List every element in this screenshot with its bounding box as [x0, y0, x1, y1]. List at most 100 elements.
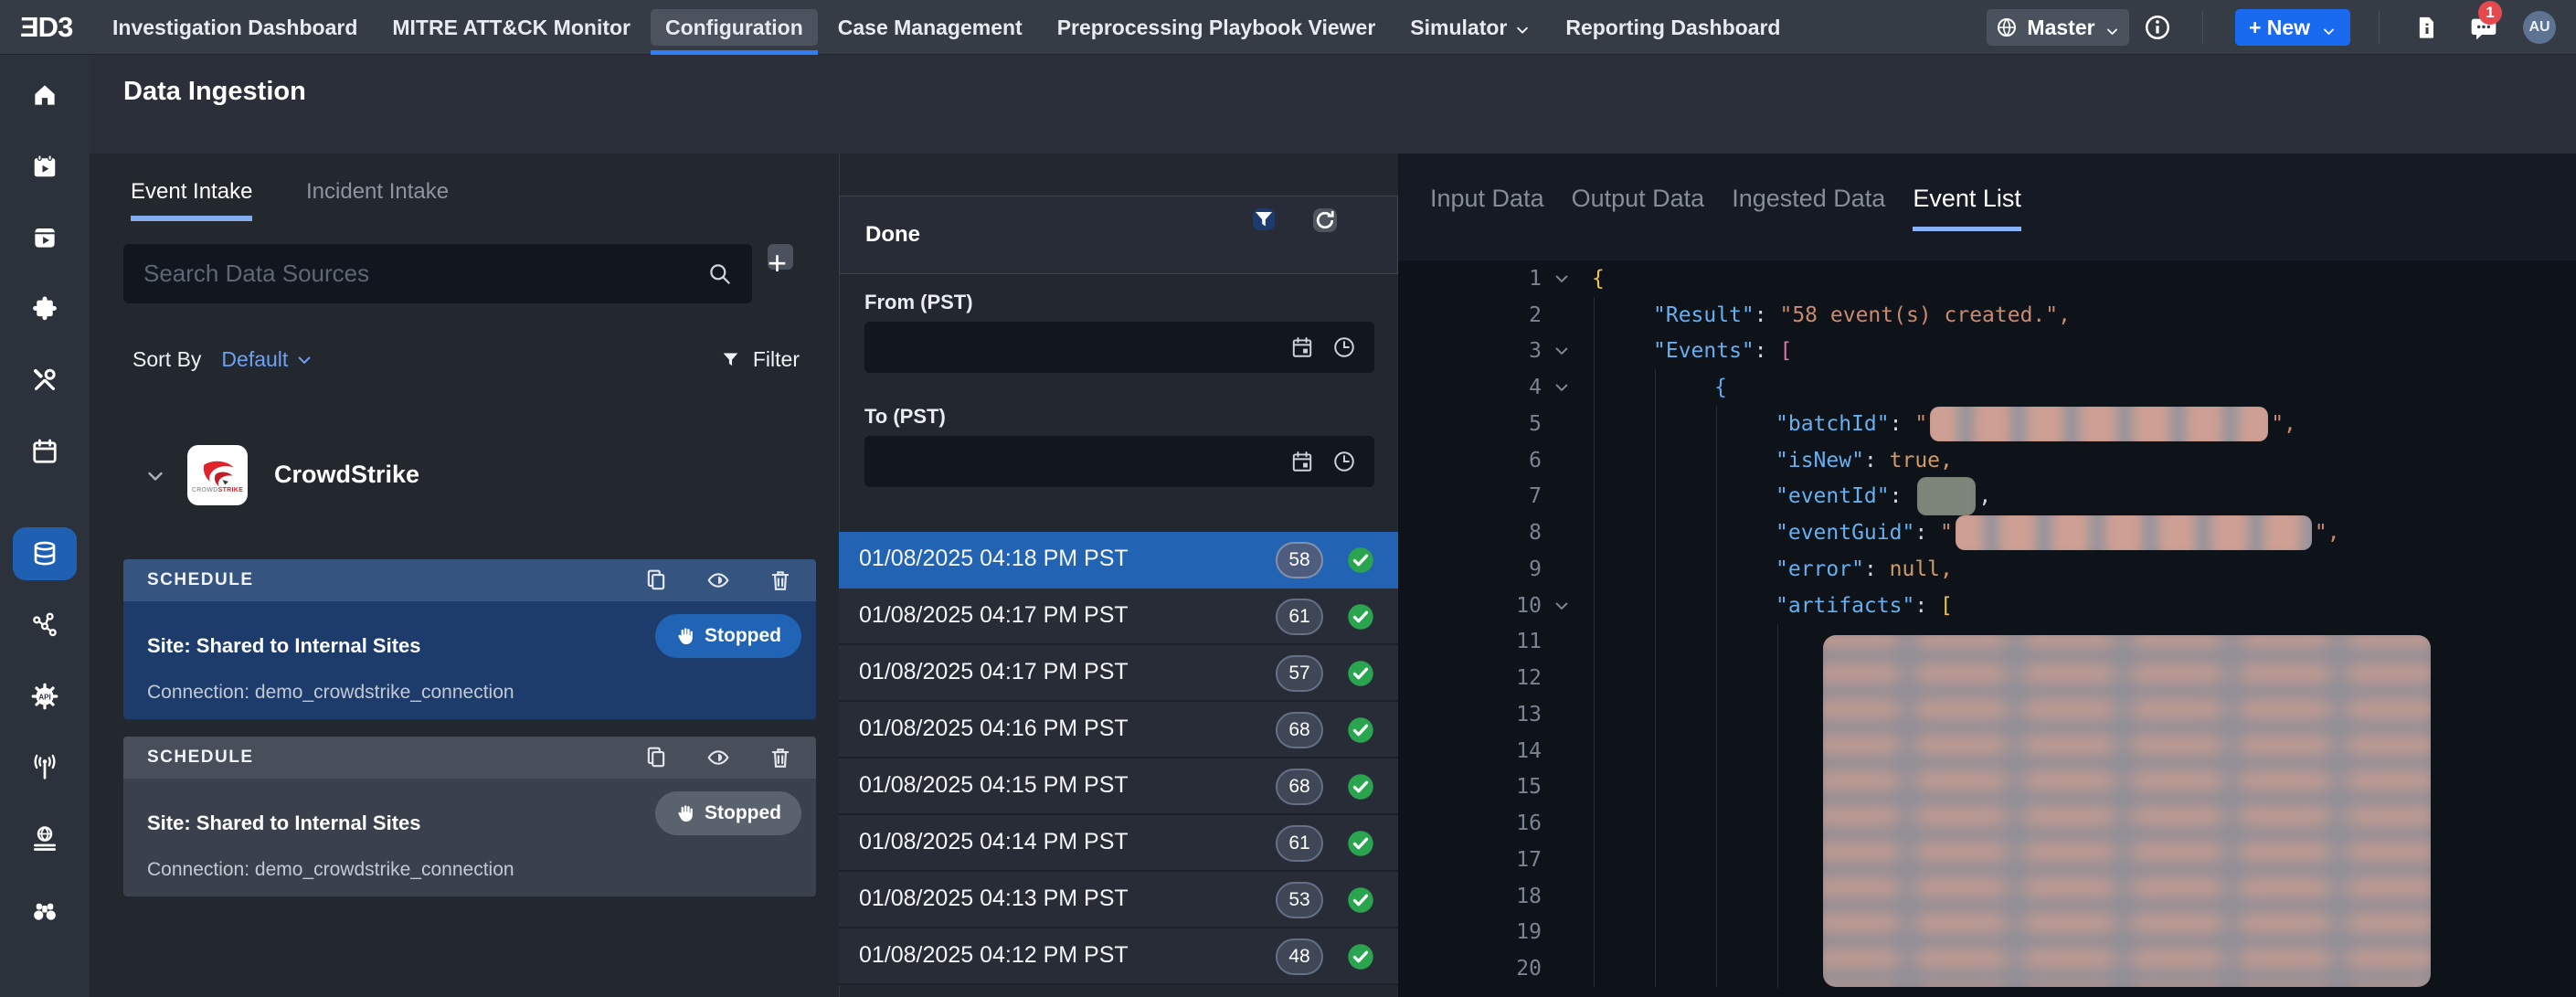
- delete-icon[interactable]: [769, 568, 792, 592]
- tab-incident-intake[interactable]: Incident Intake: [306, 179, 449, 216]
- tab-output-data[interactable]: Output Data: [1572, 185, 1705, 231]
- calendar-icon[interactable]: [1290, 335, 1314, 359]
- code-token: [: [1779, 339, 1792, 363]
- search-box: [123, 244, 752, 303]
- clock-icon[interactable]: [1332, 450, 1356, 473]
- sidebar-item-puzzle[interactable]: [13, 282, 77, 335]
- tab-input-data[interactable]: Input Data: [1430, 185, 1544, 231]
- schedule-card[interactable]: SCHEDULESite: Shared to Internal SitesSt…: [123, 559, 816, 719]
- preview-icon[interactable]: [706, 746, 730, 769]
- batch-row[interactable]: 01/08/2025 04:12 PM PST 48: [839, 928, 1398, 985]
- avatar[interactable]: AU: [2523, 11, 2556, 44]
- info-icon[interactable]: [2144, 14, 2171, 41]
- puzzle-icon: [31, 295, 58, 323]
- site-selector-button[interactable]: Master: [1987, 9, 2129, 46]
- collapse-chevron-icon[interactable]: [1542, 597, 1592, 615]
- batch-row[interactable]: 01/08/2025 04:16 PM PST68: [839, 702, 1398, 758]
- code-token: ",: [2315, 521, 2340, 545]
- line-number: 12: [1398, 666, 1542, 690]
- globe-lines-icon: [31, 825, 58, 853]
- line-number: 4: [1398, 376, 1542, 399]
- nav-item-label: Reporting Dashboard: [1565, 16, 1780, 40]
- clock-icon[interactable]: [1332, 335, 1356, 359]
- from-label: From (PST): [864, 291, 973, 314]
- add-data-source-button[interactable]: +: [768, 244, 793, 270]
- filter-button[interactable]: Filter: [721, 347, 800, 372]
- batch-row[interactable]: 01/08/2025 04:17 PM PST61: [839, 589, 1398, 645]
- vendor-group-crowdstrike[interactable]: CROWDSTRIKE CrowdStrike: [90, 445, 821, 505]
- status-badge-stopped[interactable]: Stopped: [655, 791, 801, 835]
- code-line: 2"Result": "58 event(s) created.",: [1398, 297, 2576, 334]
- redacted-value: [1930, 407, 2268, 441]
- search-icon[interactable]: [707, 261, 732, 286]
- batch-row[interactable]: 01/08/2025 04:17 PM PST57: [839, 645, 1398, 702]
- nav-item-reporting-dashboard[interactable]: Reporting Dashboard: [1551, 9, 1795, 46]
- page-header: [90, 55, 2576, 154]
- divider: [2202, 11, 2203, 44]
- sort-value-dropdown[interactable]: Default: [221, 347, 288, 371]
- sidebar-item-calendar-play[interactable]: [13, 140, 77, 193]
- code-token: :: [1754, 339, 1780, 363]
- sidebar-item-binoculars[interactable]: [13, 884, 77, 937]
- success-check-icon: [1347, 830, 1374, 857]
- batch-timestamp: 01/08/2025 04:12 PM PST: [859, 942, 1129, 969]
- collapse-chevron-icon[interactable]: [1542, 378, 1592, 397]
- calendar-icon[interactable]: [1290, 450, 1314, 473]
- line-number: 5: [1398, 412, 1542, 436]
- json-viewer[interactable]: 1{2"Result": "58 event(s) created.",3"Ev…: [1398, 260, 2576, 997]
- falcon-icon: [197, 456, 238, 487]
- tab-event-list[interactable]: Event List: [1913, 185, 2021, 231]
- batch-row[interactable]: 01/08/2025 04:18 PM PST58: [839, 532, 1398, 589]
- nav-item-label: Case Management: [838, 16, 1023, 40]
- code-token: "eventId": [1776, 484, 1890, 508]
- sidebar-item-globe-lines[interactable]: [13, 812, 77, 865]
- status-badge-stopped[interactable]: Stopped: [655, 614, 801, 658]
- sidebar-item-gear-api[interactable]: API: [13, 670, 77, 723]
- collapse-chevron-icon[interactable]: [1542, 270, 1592, 288]
- delete-icon[interactable]: [769, 746, 792, 769]
- nav-item-configuration[interactable]: Configuration: [651, 9, 818, 46]
- search-input[interactable]: [143, 244, 683, 303]
- sidebar-item-antenna[interactable]: [13, 741, 77, 794]
- code-token: "Result": [1653, 303, 1754, 327]
- from-date-input[interactable]: [879, 322, 1281, 373]
- calendar-play-icon: [31, 153, 58, 180]
- d3-logo[interactable]: ƎD3: [20, 0, 72, 55]
- schedule-card[interactable]: SCHEDULESite: Shared to Internal SitesSt…: [123, 737, 816, 896]
- nav-item-investigation-dashboard[interactable]: Investigation Dashboard: [98, 9, 372, 46]
- event-count-badge: 48: [1276, 939, 1323, 975]
- chevron-down-icon[interactable]: [144, 465, 166, 487]
- nav-item-case-management[interactable]: Case Management: [823, 9, 1037, 46]
- batch-row[interactable]: 01/08/2025 04:13 PM PST53: [839, 872, 1398, 928]
- code-line: 4{: [1398, 369, 2576, 406]
- nav-item-simulator[interactable]: Simulator: [1395, 9, 1545, 46]
- batch-row[interactable]: 01/08/2025 04:14 PM PST61: [839, 815, 1398, 872]
- sidebar-item-home[interactable]: [13, 69, 77, 122]
- schedule-connection: Connection: demo_crowdstrike_connection: [147, 682, 792, 704]
- code-line: 5"batchId": "",: [1398, 406, 2576, 442]
- batch-row[interactable]: 01/08/2025 04:15 PM PST68: [839, 758, 1398, 815]
- release-notes-icon[interactable]: [2414, 13, 2440, 42]
- line-number: 11: [1398, 630, 1542, 653]
- nav-item-mitre-att-ck-monitor[interactable]: MITRE ATT&CK Monitor: [377, 9, 645, 46]
- preview-icon[interactable]: [706, 568, 730, 592]
- nav-item-preprocessing-playbook-viewer[interactable]: Preprocessing Playbook Viewer: [1043, 9, 1391, 46]
- tab-ingested-data[interactable]: Ingested Data: [1732, 185, 1885, 231]
- sidebar-item-database[interactable]: [13, 527, 77, 580]
- new-button[interactable]: + New: [2235, 9, 2350, 46]
- copy-icon[interactable]: [644, 568, 668, 592]
- batch-refresh-button[interactable]: [1313, 208, 1337, 232]
- event-count-badge: 61: [1276, 825, 1323, 862]
- batch-filter-button[interactable]: [1253, 208, 1275, 230]
- status-label: Stopped: [705, 802, 781, 824]
- book-play-icon: [31, 224, 58, 251]
- to-date-input[interactable]: [879, 436, 1281, 487]
- sidebar-item-calendar[interactable]: [13, 425, 77, 478]
- copy-icon[interactable]: [644, 746, 668, 769]
- sidebar-item-network[interactable]: [13, 599, 77, 652]
- collapse-chevron-icon[interactable]: [1542, 342, 1592, 360]
- sidebar-item-book-play[interactable]: [13, 211, 77, 264]
- indent-guide: [1716, 406, 1717, 987]
- tab-event-intake[interactable]: Event Intake: [131, 179, 252, 221]
- sidebar-item-tools[interactable]: [13, 354, 77, 407]
